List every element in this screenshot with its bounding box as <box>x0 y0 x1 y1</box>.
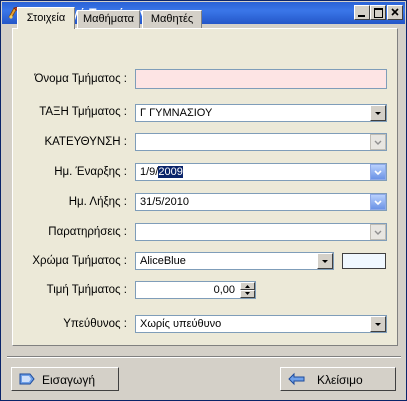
price-value: 0,00 <box>213 284 235 296</box>
minimize-button[interactable] <box>354 5 370 20</box>
tab-students[interactable]: Μαθητές <box>142 10 202 28</box>
start-date-value: 1/9/2009 <box>140 166 183 178</box>
color-value: AliceBlue <box>140 255 186 267</box>
price-label: Τιμή Τμήματος : <box>46 284 127 296</box>
class-value: Γ ΓΥΜΝΑΣΙΟΥ <box>140 107 213 119</box>
responsible-label: Υπεύθυνος : <box>63 318 127 330</box>
color-dropdown-button[interactable] <box>317 253 333 269</box>
tab-courses[interactable]: Μαθήματα <box>77 10 140 28</box>
insert-button[interactable]: Εισαγωγή <box>11 367 119 391</box>
window: Εισαγωγή Τμημάτων Στοιχεία Μαθήματα Μαθη… <box>0 0 407 401</box>
color-swatch <box>342 253 386 269</box>
minimize-icon <box>358 15 365 17</box>
price-stepper[interactable]: 0,00 <box>135 281 256 299</box>
notes-dropdown-button[interactable] <box>370 224 386 240</box>
price-decrement-button[interactable] <box>240 290 255 298</box>
start-date-dropdown-button[interactable] <box>370 164 386 180</box>
responsible-dropdown-button[interactable] <box>370 316 386 332</box>
arrow-down-icon <box>245 292 250 295</box>
tab-courses-label: Μαθήματα <box>82 13 134 25</box>
direction-dropdown-button[interactable] <box>370 134 386 150</box>
end-date-label: Ημ. Λήξης : <box>68 196 127 208</box>
separator <box>7 356 401 358</box>
color-label: Χρώμα Τμήματος : <box>32 255 127 267</box>
insert-button-label: Εισαγωγή <box>42 373 96 387</box>
chevron-down-icon <box>374 170 382 176</box>
direction-select[interactable] <box>135 133 387 151</box>
notes-label: Παρατηρήσεις : <box>48 226 127 238</box>
direction-label: ΚΑΤΕΥΘΥΝΣΗ : <box>44 136 127 148</box>
notes-select[interactable] <box>135 223 387 241</box>
responsible-select[interactable]: Χωρίς υπεύθυνο <box>135 315 387 333</box>
arrow-up-icon <box>245 285 250 288</box>
color-select[interactable]: AliceBlue <box>135 252 334 270</box>
end-date-value: 31/5/2010 <box>140 196 189 208</box>
responsible-value: Χωρίς υπεύθυνο <box>140 318 222 330</box>
close-icon <box>391 8 399 16</box>
end-date-picker[interactable]: 31/5/2010 <box>135 193 387 211</box>
tab-students-label: Μαθητές <box>150 13 194 25</box>
chevron-down-icon <box>374 140 382 145</box>
class-dropdown-button[interactable] <box>370 105 386 121</box>
chevron-down-icon <box>322 260 328 263</box>
name-field[interactable] <box>135 69 387 89</box>
chevron-down-icon <box>374 200 382 206</box>
chevron-down-icon <box>375 323 381 326</box>
close-window-button[interactable] <box>387 5 403 20</box>
price-increment-button[interactable] <box>240 282 255 290</box>
maximize-button[interactable] <box>370 5 386 20</box>
tab-details-label: Στοιχεία <box>26 12 66 24</box>
end-date-dropdown-button[interactable] <box>370 194 386 210</box>
class-label: ΤΑΞΗ Τμήματος : <box>39 106 127 118</box>
chevron-down-icon <box>374 230 382 235</box>
insert-icon <box>19 373 35 385</box>
close-button[interactable]: Κλείσιμο <box>280 367 396 391</box>
maximize-icon <box>374 8 383 18</box>
start-date-label: Ημ. Έναρξης : <box>54 166 127 178</box>
start-date-picker[interactable]: 1/9/2009 <box>135 163 387 181</box>
tab-details[interactable]: Στοιχεία <box>17 7 75 29</box>
chevron-down-icon <box>375 112 381 115</box>
close-button-label: Κλείσιμο <box>317 373 363 387</box>
class-select[interactable]: Γ ΓΥΜΝΑΣΙΟΥ <box>135 104 387 122</box>
name-label: Όνομα Τμήματος : <box>34 73 128 85</box>
back-arrow-icon <box>288 372 305 386</box>
